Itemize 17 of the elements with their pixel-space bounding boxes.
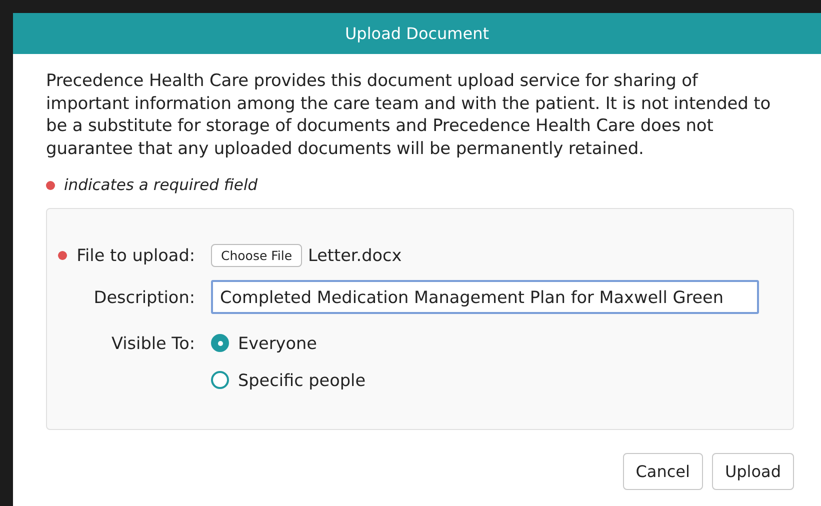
choose-file-button[interactable]: Choose File — [211, 244, 302, 266]
field-label: Description: — [94, 287, 195, 307]
dialog-button[interactable]: Cancel — [622, 453, 703, 490]
notice-text: Precedence Health Care provides this document upload service for sharing of important information among the care team and with the patient. It is not intended to be a substitute for storage of documents and Precedence Health Care does not guarantee that any uploaded documents will be permanently retained. — [46, 70, 772, 160]
dialog-title: Upload Document — [344, 24, 490, 43]
radio-label: Specific people — [238, 370, 366, 390]
radio-button[interactable] — [211, 371, 229, 389]
radio-label: Everyone — [238, 333, 317, 353]
required-dot — [46, 180, 55, 190]
required-dot — [58, 250, 67, 260]
dialog-button[interactable]: Upload — [712, 453, 794, 490]
field-label: Visible To: — [112, 333, 195, 353]
required-note: indicates a required field — [64, 176, 258, 194]
file-name: Letter.docx — [308, 245, 402, 265]
description-field[interactable]: Completed Medication Management Plan for Maxwell Green — [211, 280, 759, 314]
radio-button[interactable] — [211, 334, 229, 352]
field-label: File to upload: — [76, 245, 195, 265]
